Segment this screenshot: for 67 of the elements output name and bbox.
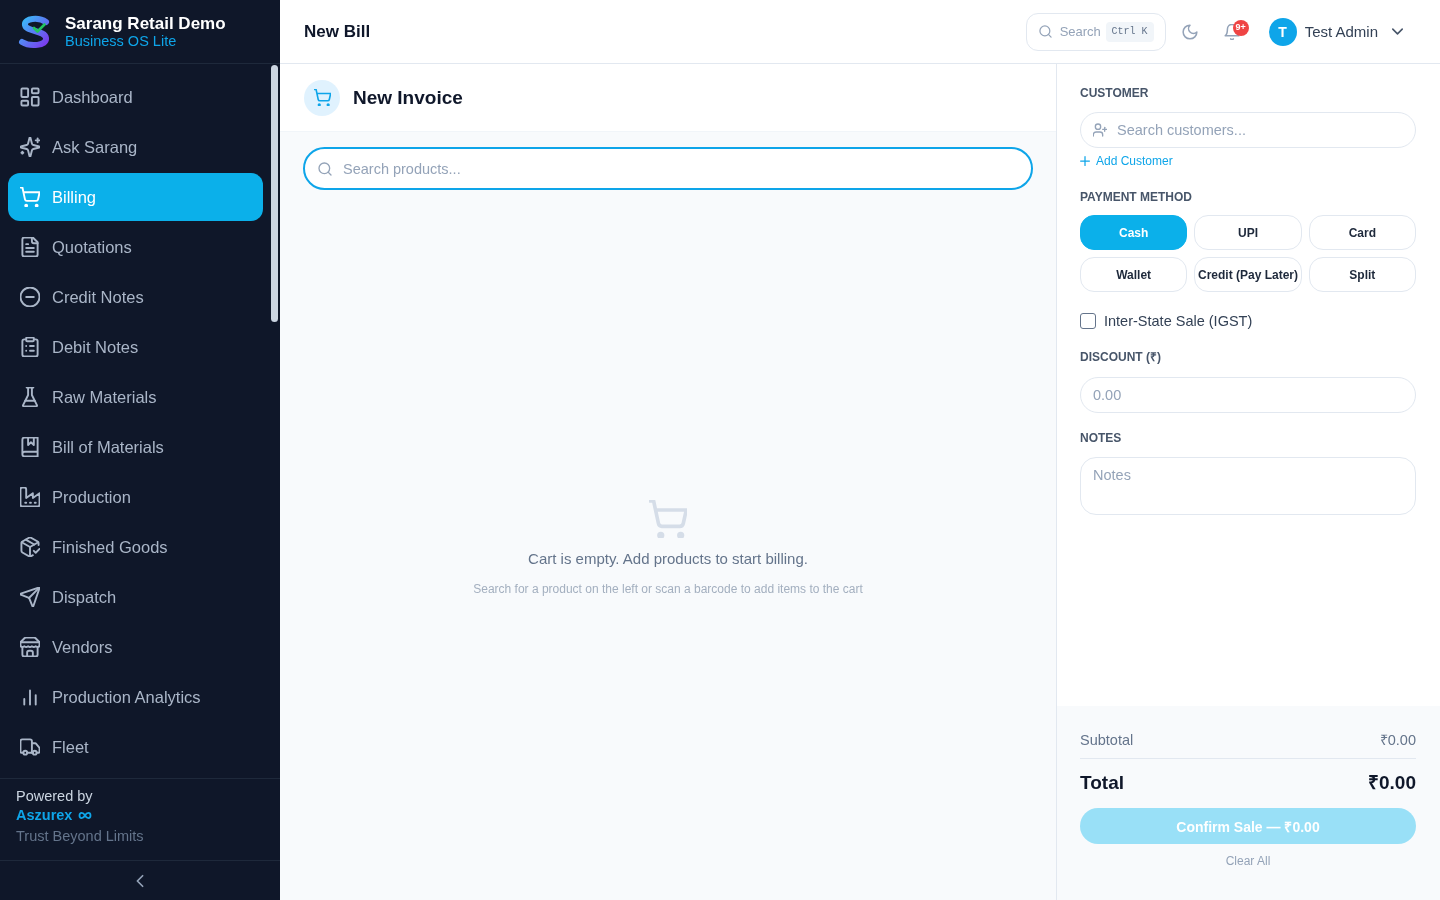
powered-by-text: Powered by (16, 787, 93, 806)
section-label: PAYMENT METHOD (1080, 190, 1192, 204)
paper-plane-icon (20, 587, 40, 607)
book-icon (20, 437, 40, 457)
app-title: Sarang Retail Demo (65, 13, 226, 33)
section-label: DISCOUNT (₹) (1080, 350, 1161, 364)
empty-cart-hint: Search for a product on the left or scan a barcode to add items to the cart (473, 581, 863, 598)
notification-badge: 9+ (1232, 19, 1249, 36)
sidebar-item[interactable]: Finished Goods (8, 523, 263, 571)
total-value: ₹0.00 (1368, 771, 1416, 795)
sidebar-item[interactable]: Bill of Materials (8, 423, 263, 471)
cart-icon (20, 187, 40, 207)
subtotal-label: Subtotal (1080, 731, 1134, 750)
clipboard-icon (20, 337, 40, 357)
sidebar-item[interactable]: Raw Materials (8, 373, 263, 421)
page-title: New Bill (304, 21, 371, 42)
bar-chart-icon (20, 687, 40, 707)
search-icon (318, 162, 332, 176)
document-icon (20, 237, 40, 257)
plus-icon (1080, 156, 1090, 166)
sidebar-item[interactable]: Ask Sarang (8, 123, 263, 171)
payment-method-button[interactable]: Credit (Pay Later) (1194, 257, 1302, 292)
scrollbar[interactable] (271, 65, 278, 322)
truck-icon (20, 737, 40, 757)
notes-field[interactable]: Notes (1080, 457, 1416, 515)
search-icon (1038, 24, 1052, 38)
sidebar-item[interactable]: Production (8, 473, 263, 521)
payment-method-button[interactable]: Split (1308, 257, 1416, 292)
app-subtitle: Business OS Lite (65, 32, 178, 50)
empty-cart-message: Cart is empty. Add products to start billing. (528, 550, 808, 568)
sidebar-item[interactable]: Fleet (8, 723, 263, 771)
total-label: Total (1080, 771, 1124, 795)
sidebar-item[interactable]: Dispatch (8, 573, 263, 621)
user-plus-icon (1093, 123, 1107, 137)
sidebar-item[interactable]: Dashboard (8, 73, 263, 121)
tagline: Trust Beyond Limits (16, 827, 144, 846)
checkbox[interactable] (1080, 313, 1096, 329)
section-label: CUSTOMER (1080, 86, 1149, 100)
package-icon (20, 537, 40, 557)
user-avatar: T (1268, 17, 1297, 46)
cart-icon (304, 79, 340, 116)
discount-field[interactable]: 0.00 (1080, 377, 1416, 413)
sidebar-item[interactable]: Quotations (8, 223, 263, 271)
product-search-field[interactable]: Search products... (303, 147, 1033, 190)
company-name: Aszurex (16, 806, 73, 825)
customer-search-field[interactable]: Search customers... (1080, 112, 1416, 148)
payment-method-button[interactable]: UPI (1194, 215, 1302, 250)
section-label: NOTES (1080, 431, 1122, 445)
moon-icon (1181, 23, 1198, 40)
cart-icon (649, 500, 687, 538)
chevron-down-icon (1392, 28, 1403, 35)
sparkle-icon (20, 137, 40, 157)
checkbox-label: Inter-State Sale (IGST) (1104, 312, 1253, 330)
sidebar-item[interactable]: Production Analytics (8, 673, 263, 721)
sidebar-item[interactable]: Vendors (8, 623, 263, 671)
sidebar-item[interactable]: Credit Notes (8, 273, 263, 321)
grid-icon (20, 87, 40, 107)
sidebar-item[interactable]: Debit Notes (8, 323, 263, 371)
user-menu-button[interactable]: T Test Admin (1260, 17, 1403, 46)
invoice-title: New Invoice (353, 86, 463, 109)
infinity-icon (78, 812, 93, 819)
payment-method-button[interactable]: Wallet (1080, 257, 1188, 292)
factory-icon (20, 487, 40, 507)
subtotal-value: ₹0.00 (1379, 731, 1416, 750)
flask-icon (20, 387, 40, 407)
payment-method-button[interactable]: Card (1308, 215, 1416, 250)
store-icon (20, 637, 40, 657)
